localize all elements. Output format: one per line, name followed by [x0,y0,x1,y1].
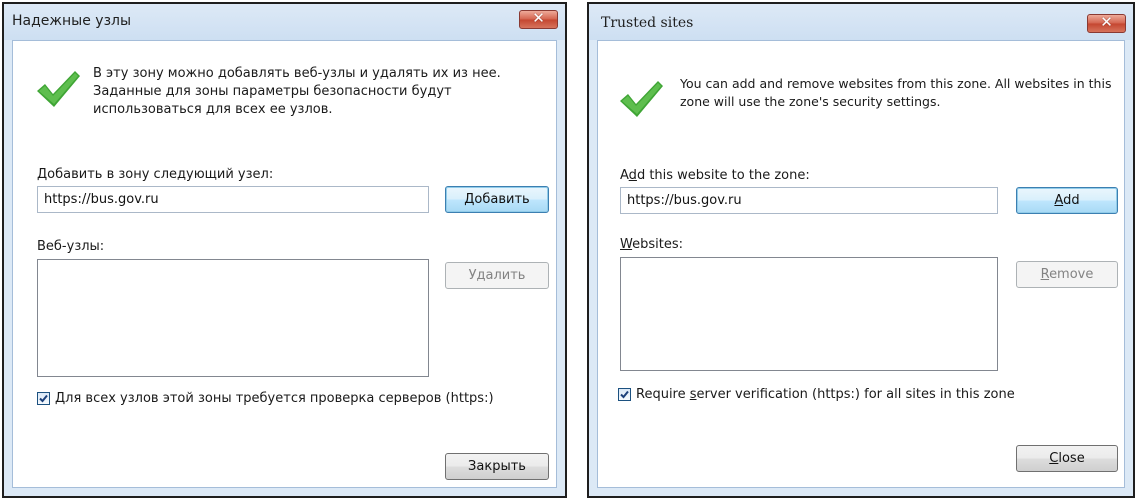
checkbox-checked-icon[interactable] [618,388,631,401]
title-close-button[interactable]: ✕ [519,9,558,29]
https-verification-checkbox-row[interactable]: Require server verification (https:) for… [618,387,1015,402]
websites-label: Websites: [620,237,683,252]
dialog-content: В эту зону можно добавлять веб-узлы и уд… [12,40,557,488]
screenshot-stage: Надежные узлы ✕ В эту зону можно добавля… [0,0,1139,501]
zone-description: You can add and remove websites from thi… [680,76,1112,109]
zone-description: В эту зону можно добавлять веб-узлы и уд… [93,66,501,117]
title-bar[interactable]: Надежные узлы ✕ [4,4,565,40]
website-url-input[interactable] [37,186,429,213]
dialog-title: Надежные узлы [12,13,132,29]
dialog-content: You can add and remove websites from thi… [597,40,1125,488]
website-url-input[interactable] [620,187,998,214]
green-checkmark-icon [37,71,80,107]
trusted-sites-dialog-en: Trusted sites ✕ You can add and remove w… [587,2,1135,498]
add-website-label: Add this website to the zone: [620,168,810,183]
close-button[interactable]: Close [1016,445,1118,472]
close-icon: ✕ [1100,13,1113,31]
dialog-title: Trusted sites [601,15,694,31]
add-button[interactable]: Добавить [445,186,549,213]
https-verification-checkbox-row[interactable]: Для всех узлов этой зоны требуется прове… [37,391,494,406]
remove-button[interactable]: Remove [1016,261,1118,288]
websites-listbox[interactable] [620,257,998,371]
close-icon: ✕ [532,9,545,27]
websites-listbox[interactable] [37,259,429,377]
add-website-label: Добавить в зону следующий узел: [37,167,274,182]
remove-button[interactable]: Удалить [445,262,549,289]
add-button[interactable]: Add [1016,187,1118,214]
checkbox-checked-icon[interactable] [37,392,50,405]
trusted-sites-dialog-ru: Надежные узлы ✕ В эту зону можно добавля… [2,2,567,498]
title-close-button[interactable]: ✕ [1087,13,1126,33]
websites-label: Веб-узлы: [37,239,105,254]
green-checkmark-icon [620,81,663,117]
close-button[interactable]: Закрыть [445,453,549,480]
https-verification-label: Для всех узлов этой зоны требуется прове… [55,391,494,406]
title-bar[interactable]: Trusted sites ✕ [589,4,1133,40]
https-verification-label: Require server verification (https:) for… [636,387,1015,402]
